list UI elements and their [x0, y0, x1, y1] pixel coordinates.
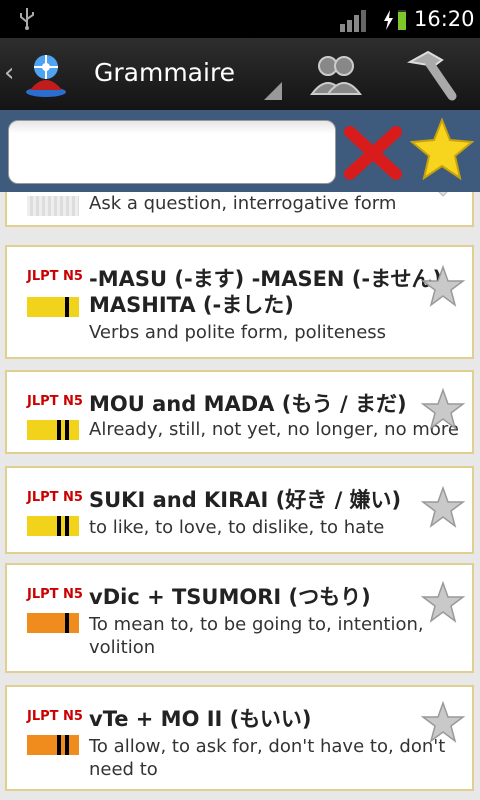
app-logo-icon[interactable] [22, 50, 70, 98]
item-description: Ask a question, interrogative form [89, 193, 397, 214]
list-item[interactable]: Ask a question, interrogative form [5, 192, 474, 227]
list-item[interactable]: JLPT N5 vTe + MO II (もいい) To allow, to a… [5, 685, 474, 791]
item-description: Already, still, not yet, no longer, no m… [89, 419, 459, 440]
users-icon[interactable] [308, 50, 364, 100]
belt-indicator [27, 516, 79, 536]
action-bar: ‹ Grammaire [0, 38, 480, 110]
item-title: vTe + MO II (もいい) [89, 707, 312, 731]
signal-icon [340, 10, 366, 32]
item-description: to like, to love, to dislike, to hate [89, 517, 385, 538]
search-bar [0, 110, 480, 192]
list-item[interactable]: JLPT N5 MOU and MADA (もう / まだ) Already, … [5, 370, 474, 454]
hammer-icon[interactable] [404, 48, 462, 102]
item-description: To allow, to ask for, don't have to, don… [89, 736, 446, 780]
item-title-line2: MASHITA (-ました) [89, 293, 294, 317]
belt-indicator [27, 420, 79, 440]
star-icon[interactable] [421, 581, 465, 625]
item-description: Verbs and polite form, politeness [89, 322, 387, 343]
star-icon[interactable] [421, 265, 465, 309]
clear-icon[interactable] [344, 124, 404, 180]
item-description: To mean to, to be going to, intention, v… [89, 614, 424, 658]
belt-indicator [27, 613, 79, 633]
back-chevron-icon[interactable]: ‹ [4, 58, 14, 88]
star-icon[interactable] [421, 192, 465, 204]
jlpt-level-badge: JLPT N5 [27, 490, 83, 505]
item-title: vDic + TSUMORI (つもり) [89, 585, 371, 609]
usb-icon [20, 8, 34, 30]
list-item[interactable]: JLPT N5 SUKI and KIRAI (好き / 嫌い) to like… [5, 466, 474, 554]
jlpt-level-badge: JLPT N5 [27, 269, 83, 284]
star-icon[interactable] [421, 701, 465, 745]
star-icon[interactable] [421, 388, 465, 432]
dropdown-triangle-icon[interactable] [264, 82, 282, 100]
jlpt-level-badge: JLPT N5 [27, 587, 83, 602]
jlpt-level-badge: JLPT N5 [27, 709, 83, 724]
list-item[interactable]: JLPT N5 vDic + TSUMORI (つもり) To mean to,… [5, 563, 474, 673]
battery-charging-icon [384, 10, 406, 30]
status-bar: 16:20 [0, 0, 480, 38]
star-icon[interactable] [421, 486, 465, 530]
list-item[interactable]: JLPT N5 -MASU (-ます) -MASEN (-ません) MASHIT… [5, 245, 474, 359]
item-title: MOU and MADA (もう / まだ) [89, 392, 407, 416]
favorite-star-icon[interactable] [410, 116, 474, 182]
status-time: 16:20 [414, 7, 475, 31]
grammar-list: Ask a question, interrogative form JLPT … [0, 192, 480, 800]
belt-indicator [27, 196, 79, 216]
page-title[interactable]: Grammaire [94, 58, 235, 87]
item-title: SUKI and KIRAI (好き / 嫌い) [89, 488, 402, 512]
search-input[interactable] [8, 120, 336, 184]
belt-indicator [27, 297, 79, 317]
belt-indicator [27, 735, 79, 755]
jlpt-level-badge: JLPT N5 [27, 394, 83, 409]
